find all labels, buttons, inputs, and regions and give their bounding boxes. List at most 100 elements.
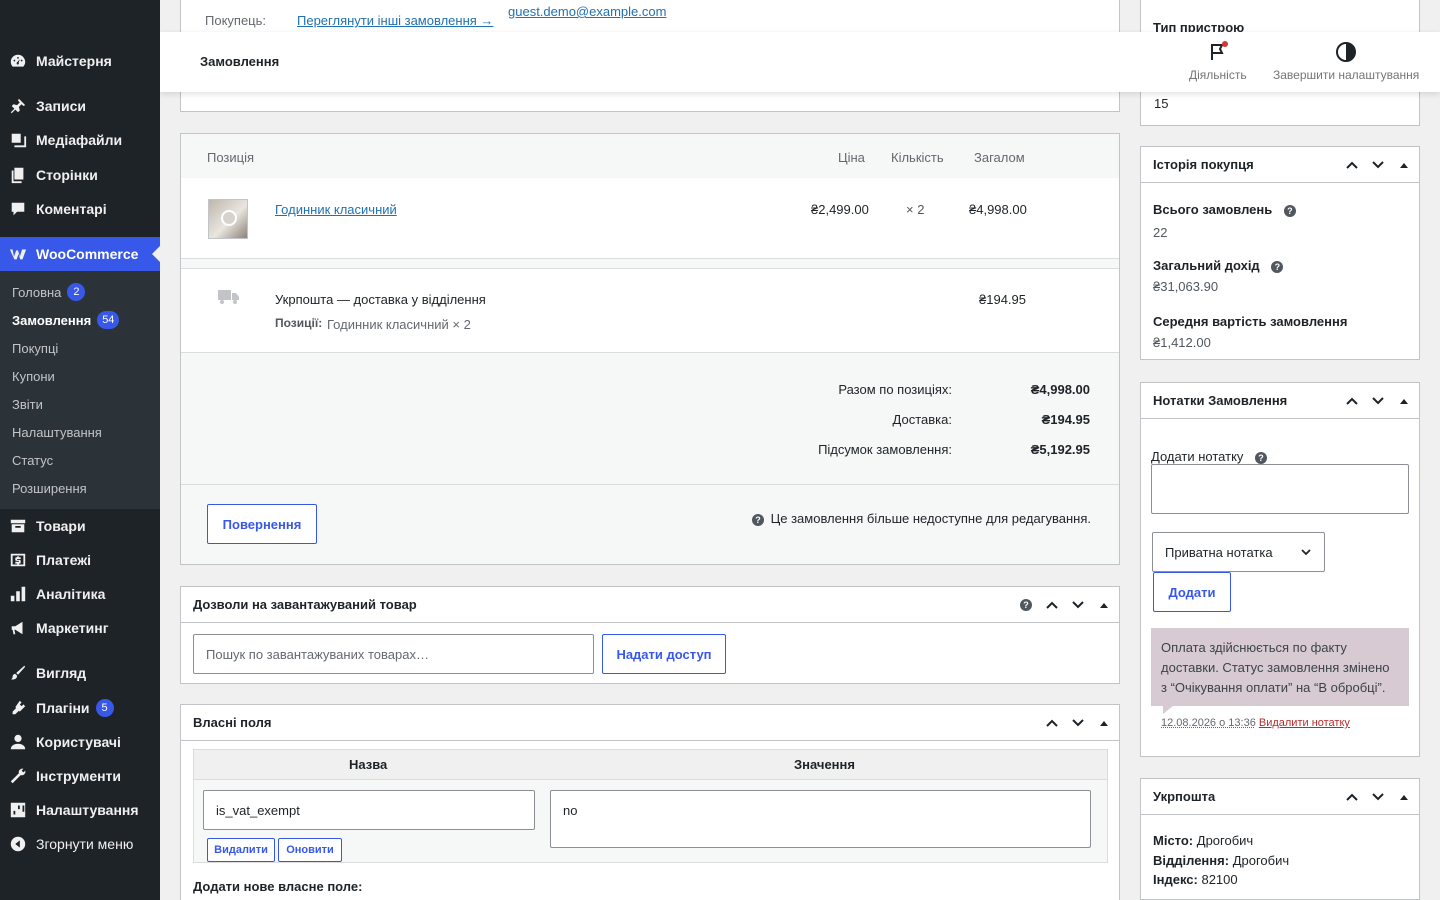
menu-item-woocommerce[interactable]: WooCommerce — [0, 237, 160, 271]
menu-item-label: Медіафайли — [36, 132, 123, 148]
shipping-items-label: Позиції: — [275, 316, 323, 330]
toggle-panel-icon[interactable] — [1095, 714, 1113, 732]
order-total-value: ₴5,192.95 — [1030, 442, 1090, 457]
custom-field-name-input[interactable]: is_vat_exempt — [203, 790, 535, 830]
shipping-row: Укрпошта — доставка у відділення Позиції… — [181, 268, 1119, 353]
downloads-panel-header[interactable]: Дозволи на завантажуваний товар — [181, 587, 1119, 623]
move-down-icon[interactable] — [1369, 788, 1387, 806]
order-total-label: Підсумок замовлення: — [818, 442, 952, 457]
move-up-icon[interactable] — [1043, 596, 1061, 614]
menu-item-analytics[interactable]: Аналітика — [0, 577, 160, 611]
note-textarea[interactable] — [1151, 464, 1409, 514]
subtotal-value: ₴4,998.00 — [1030, 382, 1090, 397]
move-down-icon[interactable] — [1369, 392, 1387, 410]
submenu-item-reports[interactable]: Звіти — [12, 394, 43, 414]
menu-item-label: Аналітика — [36, 586, 106, 602]
submenu-item-coupons[interactable]: Купони — [12, 366, 55, 386]
ukrposhta-panel: Укрпошта Місто: Дрогобич Відділення: Дро… — [1140, 778, 1420, 900]
submenu-item-customers[interactable]: Покупці — [12, 338, 58, 358]
toggle-panel-icon[interactable] — [1395, 788, 1413, 806]
menu-item-media[interactable]: Медіафайли — [0, 123, 160, 157]
toggle-panel-icon[interactable] — [1395, 156, 1413, 174]
toggle-panel-icon[interactable] — [1395, 392, 1413, 410]
move-down-icon[interactable] — [1069, 714, 1087, 732]
delete-note-link[interactable]: Видалити нотатку — [1259, 717, 1350, 729]
table-header — [194, 750, 1107, 780]
media-icon — [0, 131, 36, 149]
col-qty: Кількість — [891, 150, 944, 165]
panel-title: Дозволи на завантажуваний товар — [193, 597, 417, 612]
menu-item-comments[interactable]: Коментарі — [0, 192, 160, 226]
panel-controls — [1043, 705, 1113, 741]
grant-access-button[interactable]: Надати доступ — [602, 634, 726, 674]
menu-item-settings[interactable]: Налаштування — [0, 793, 160, 827]
note-type-value: Приватна нотатка — [1165, 544, 1273, 560]
panel-controls: ? — [1017, 587, 1113, 623]
refund-button[interactable]: Повернення — [207, 504, 317, 544]
panel-controls — [1343, 147, 1413, 183]
other-orders-link[interactable]: Переглянути інші замовлення → — [297, 13, 493, 28]
custom-fields-panel-header[interactable]: Власні поля — [181, 705, 1119, 741]
toggle-panel-icon[interactable] — [1095, 596, 1113, 614]
delete-field-button[interactable]: Видалити — [207, 838, 275, 862]
shipping-total: ₴194.95 — [979, 292, 1026, 307]
add-new-field-label: Додати нове власне поле: — [193, 879, 363, 894]
menu-item-appearance[interactable]: Вигляд — [0, 656, 160, 690]
submenu-label: Замовлення — [12, 312, 92, 328]
flag-icon — [1210, 41, 1228, 60]
panel-title: Нотатки Замовлення — [1153, 393, 1288, 408]
menu-item-pages[interactable]: Сторінки — [0, 158, 160, 192]
move-up-icon[interactable] — [1043, 714, 1061, 732]
add-note-button[interactable]: Додати — [1153, 572, 1231, 612]
order-items-panel: Позиція Ціна Кількість Загалом Годинник … — [180, 133, 1120, 565]
product-thumbnail[interactable] — [208, 199, 248, 239]
move-up-icon[interactable] — [1343, 156, 1361, 174]
menu-item-tools[interactable]: Інструменти — [0, 759, 160, 793]
product-name-link[interactable]: Годинник класичний — [275, 202, 397, 217]
menu-item-users[interactable]: Користувачі — [0, 725, 160, 759]
submenu-item-status[interactable]: Статус — [12, 450, 53, 470]
submenu-item-extensions[interactable]: Розширення — [12, 478, 87, 498]
menu-item-payments[interactable]: Платежі — [0, 543, 160, 577]
dollar-icon — [0, 551, 36, 569]
locked-notice: ? Це замовлення більше недоступне для ре… — [752, 511, 1091, 526]
menu-item-posts[interactable]: Записи — [0, 89, 160, 123]
menu-item-label: Налаштування — [36, 802, 139, 818]
customer-email-link[interactable]: guest.demo@example.com — [508, 4, 666, 19]
move-down-icon[interactable] — [1069, 596, 1087, 614]
archive-icon — [0, 517, 36, 535]
submenu-item-home[interactable]: Головна 2 — [12, 282, 86, 302]
help-icon: ? — [1271, 260, 1284, 273]
finish-setup-button[interactable]: Завершити налаштування — [1273, 40, 1419, 82]
collapse-icon — [0, 835, 36, 853]
submenu-item-orders[interactable]: Замовлення 54 — [12, 310, 120, 330]
custom-field-value-textarea[interactable]: no — [550, 790, 1091, 848]
menu-item-dashboard[interactable]: Майстерня — [0, 44, 160, 78]
menu-item-marketing[interactable]: Маркетинг — [0, 611, 160, 645]
move-down-icon[interactable] — [1369, 156, 1387, 174]
note-type-select[interactable]: Приватна нотатка — [1152, 532, 1325, 572]
menu-item-plugins[interactable]: Плагіни 5 — [0, 691, 160, 725]
activity-button[interactable]: Діяльність — [1189, 40, 1247, 82]
shipping-total-value: ₴194.95 — [1041, 412, 1090, 427]
note-date: 12.08.2026 о 13:36 — [1161, 717, 1256, 729]
truck-icon — [218, 290, 239, 304]
update-field-button[interactable]: Оновити — [278, 838, 342, 862]
admin-sidebar: Майстерня Записи Медіафайли Сторінки Ком… — [0, 0, 160, 900]
product-qty: × 2 — [906, 202, 925, 217]
shipping-method-name: Укрпошта — доставка у відділення — [275, 292, 486, 307]
pin-icon — [0, 97, 36, 115]
move-up-icon[interactable] — [1343, 392, 1361, 410]
download-search-input[interactable]: Пошук по завантажуваних товарах… — [193, 634, 594, 674]
brush-icon — [0, 664, 36, 682]
count-badge: 2 — [67, 283, 86, 301]
menu-item-products[interactable]: Товари — [0, 509, 160, 543]
menu-item-label: Сторінки — [36, 167, 98, 183]
submenu-item-settings[interactable]: Налаштування — [12, 422, 102, 442]
plugin-icon — [0, 699, 36, 717]
stat-label: Середня вартість замовлення — [1153, 314, 1348, 329]
chevron-down-icon — [1301, 549, 1311, 556]
col-item: Позиція — [207, 150, 255, 165]
move-up-icon[interactable] — [1343, 788, 1361, 806]
collapse-menu-button[interactable]: Згорнути меню — [0, 827, 160, 861]
